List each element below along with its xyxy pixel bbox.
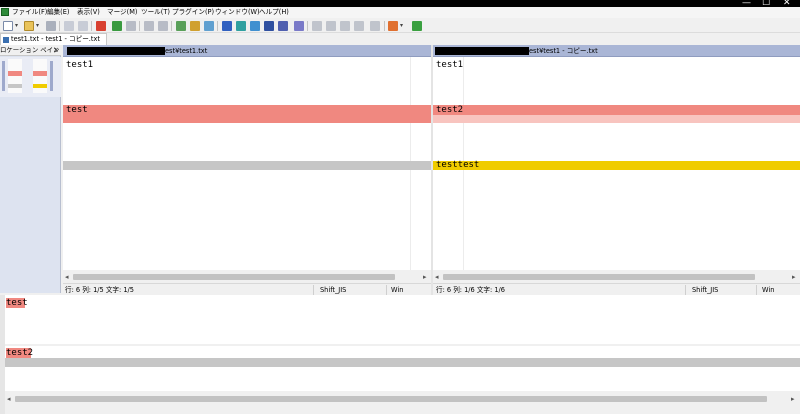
new-icon[interactable] (3, 21, 13, 31)
nav-next-icon[interactable] (340, 21, 350, 31)
detail-scroll-thumb[interactable] (15, 396, 767, 402)
right-diff-line-1: test2 (436, 105, 464, 115)
right-line-1: test1 (436, 60, 464, 70)
left-file-pane[interactable]: test1 test (63, 57, 431, 270)
tab-title: test1.txt - test1 - コピー.txt (11, 35, 100, 43)
location-pane: ロケーション ペイン × (0, 45, 61, 293)
detail-top-pane[interactable]: test (5, 295, 800, 344)
last-diff-icon[interactable] (158, 21, 168, 31)
file-icon (3, 37, 9, 43)
detail-horizontal-scrollbar[interactable]: ◂ ▸ (5, 394, 800, 404)
copy-right-advance-icon[interactable] (204, 21, 214, 31)
menu-file[interactable]: ファイル(F) (12, 7, 47, 18)
nav-last-icon[interactable] (354, 21, 364, 31)
tab-compare[interactable]: test1.txt - test1 - コピー.txt (0, 33, 107, 45)
scroll-right-icon[interactable]: ▸ (791, 394, 795, 404)
new-dropdown-icon[interactable]: ▾ (15, 22, 18, 29)
right-file-pane[interactable]: test1 test2 testtest (433, 57, 800, 270)
right-pane-header: est¥test1 - コピー.txt (433, 45, 800, 57)
left-pane-header: est¥test1.txt (63, 45, 431, 57)
save-icon[interactable] (46, 21, 56, 31)
first-diff-icon[interactable] (126, 21, 136, 31)
menu-window[interactable]: ウィンドウ(W) (215, 7, 260, 18)
detail-top-text: test (6, 298, 28, 308)
compare-icon[interactable] (278, 21, 288, 31)
left-status-bar: 行: 6 列: 1/5 文字: 1/5 Shift_JIS Win (63, 283, 431, 295)
location-pane-header: ロケーション ペイン × (0, 45, 61, 56)
window-titlebar: — ☐ ✕ (0, 0, 800, 8)
nav-current-icon[interactable] (370, 21, 380, 31)
left-horizontal-scrollbar[interactable]: ◂ ▸ (63, 272, 431, 282)
redacted-path (435, 47, 529, 55)
left-line-1: test1 (66, 60, 94, 70)
scroll-left-icon[interactable]: ◂ (435, 272, 439, 282)
location-pane-close-icon[interactable]: × (53, 45, 59, 56)
options-icon[interactable] (388, 21, 398, 31)
left-diff-line-1: test (66, 105, 88, 115)
tab-bar: test1.txt - test1 - コピー.txt (0, 33, 800, 45)
right-horizontal-scrollbar[interactable]: ◂ ▸ (433, 272, 800, 282)
copy-left-icon[interactable] (190, 21, 200, 31)
undo-icon[interactable] (64, 21, 74, 31)
scroll-left-icon[interactable]: ◂ (65, 272, 69, 282)
right-diff-line-2: testtest (436, 160, 480, 170)
right-diff-block-2 (433, 161, 800, 170)
copy-all-right-icon[interactable] (222, 21, 232, 31)
scroll-right-icon[interactable]: ▸ (792, 272, 796, 282)
merge-all-icon[interactable] (264, 21, 274, 31)
scroll-left-icon[interactable]: ◂ (7, 394, 11, 404)
menu-bar: ファイル(F) 編集(E) 表示(V) マージ(M) ツール(T) プラグイン(… (0, 7, 800, 18)
left-diff-block-1-extra (63, 115, 431, 123)
open-dropdown-icon[interactable]: ▾ (36, 22, 39, 29)
menu-tools[interactable]: ツール(T) (141, 7, 170, 18)
diff-detail-pane: test test2 ◂ ▸ (0, 295, 800, 414)
menu-merge[interactable]: マージ(M) (107, 7, 137, 18)
toolbar: ▾ ▾ ▾ (0, 18, 800, 33)
menu-help[interactable]: ヘルプ(H) (259, 7, 289, 18)
left-file-path: est¥test1.txt (165, 47, 208, 55)
left-diff-block-1 (63, 105, 431, 115)
redo-icon[interactable] (78, 21, 88, 31)
sync-icon[interactable] (412, 21, 422, 31)
current-diff-icon[interactable] (144, 21, 154, 31)
copy-all-left-icon[interactable] (236, 21, 246, 31)
prev-diff-icon[interactable] (112, 21, 122, 31)
refresh-icon[interactable] (294, 21, 304, 31)
nav-prev-icon[interactable] (326, 21, 336, 31)
pane-splitter[interactable] (431, 45, 433, 295)
merge-icon[interactable] (250, 21, 260, 31)
menu-view[interactable]: 表示(V) (77, 7, 100, 18)
right-status-bar: 行: 6 列: 1/6 文字: 1/6 Shift_JIS Win (433, 283, 800, 295)
detail-bottom-pane[interactable]: test2 (5, 346, 800, 391)
right-file-path: est¥test1 - コピー.txt (529, 47, 598, 55)
right-diff-block-1 (433, 105, 800, 115)
scroll-right-icon[interactable]: ▸ (423, 272, 427, 282)
app-icon (1, 8, 9, 16)
open-folder-icon[interactable] (24, 21, 34, 31)
location-minimap[interactable] (0, 57, 61, 97)
copy-right-icon[interactable] (176, 21, 186, 31)
left-diff-block-2 (63, 161, 431, 170)
right-diff-block-1-extra (433, 115, 800, 123)
nav-first-icon[interactable] (312, 21, 322, 31)
menu-edit[interactable]: 編集(E) (47, 7, 70, 18)
detail-bottom-grey-band (5, 358, 800, 367)
redacted-path (67, 47, 165, 55)
left-scroll-thumb[interactable] (73, 274, 395, 280)
options-dropdown-icon[interactable]: ▾ (400, 22, 403, 29)
location-pane-title: ロケーション ペイン (0, 46, 60, 54)
menu-plugins[interactable]: プラグイン(P) (172, 7, 214, 18)
right-scroll-thumb[interactable] (443, 274, 755, 280)
next-diff-icon[interactable] (96, 21, 106, 31)
